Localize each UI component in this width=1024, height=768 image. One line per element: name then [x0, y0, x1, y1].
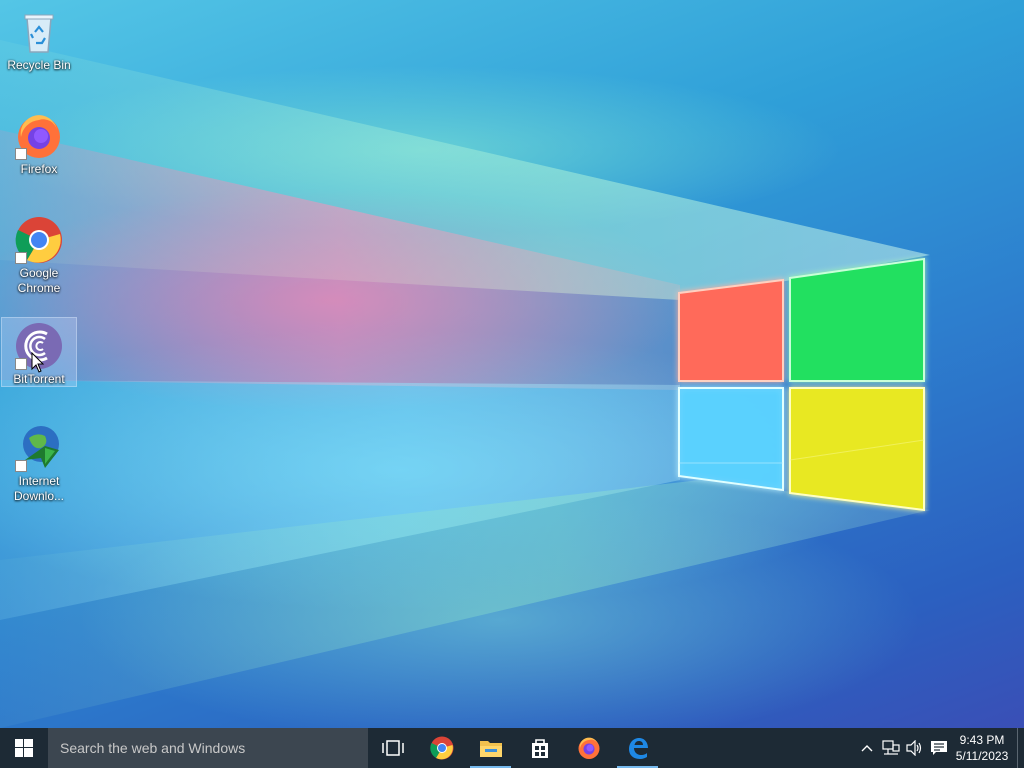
taskbar-store[interactable] [515, 728, 564, 768]
edge-icon [628, 738, 648, 759]
taskbar-edge[interactable] [613, 728, 662, 768]
internet-download-manager-icon[interactable]: Internet Downlo... [2, 420, 76, 504]
chrome-icon [429, 736, 453, 760]
taskbar-firefox[interactable] [564, 728, 613, 768]
store-bag-icon [531, 739, 548, 758]
taskbar: Search the web and Windows 9:43 PM 5/11/… [0, 728, 1024, 768]
icon-label-firefox: Firefox [20, 162, 58, 176]
firefox-icon [578, 737, 599, 759]
icon-label-chrome: Google Chrome [17, 266, 61, 295]
network-icon [882, 740, 900, 755]
clock-date: 5/11/2023 [955, 749, 1009, 763]
desktop[interactable]: Recycle Bin Firefox Google Chrome BitTor… [0, 0, 1024, 728]
clock[interactable]: 9:43 PM 5/11/2023 [951, 732, 1013, 764]
taskbar-chrome[interactable] [417, 728, 466, 768]
windows-start-icon [15, 739, 33, 757]
show-desktop-button[interactable] [1017, 728, 1024, 768]
task-view-icon [381, 740, 404, 756]
start-button[interactable] [0, 728, 48, 768]
icon-label-idm: Internet Downlo... [13, 474, 65, 503]
shortcut-arrow-icon [15, 460, 27, 472]
taskbar-file-explorer[interactable] [466, 728, 515, 768]
speaker-icon [906, 740, 922, 756]
shortcut-arrow-icon [15, 358, 27, 370]
chevron-up-icon [861, 745, 873, 752]
show-hidden-icons-button[interactable] [855, 728, 879, 768]
recycle-bin-glyph [15, 8, 63, 56]
firefox-icon[interactable]: Firefox [2, 108, 76, 177]
recycle-bin-icon[interactable]: Recycle Bin [2, 4, 76, 73]
task-view-button[interactable] [368, 728, 417, 768]
folder-icon [479, 741, 502, 757]
volume-button[interactable] [903, 728, 927, 768]
chrome-glyph [15, 216, 63, 264]
icon-label-bittorrent: BitTorrent [13, 372, 65, 386]
clock-time: 9:43 PM [959, 733, 1005, 747]
search-input[interactable]: Search the web and Windows [48, 728, 368, 768]
windows-logo-wallpaper [678, 257, 925, 512]
shortcut-arrow-icon [15, 252, 27, 264]
system-tray: 9:43 PM 5/11/2023 [855, 728, 1024, 768]
google-chrome-icon[interactable]: Google Chrome [2, 212, 76, 296]
mouse-cursor-icon [31, 352, 45, 373]
icon-label-recycle-bin: Recycle Bin [7, 58, 71, 72]
action-center-button[interactable] [927, 728, 951, 768]
search-placeholder: Search the web and Windows [60, 740, 246, 756]
shortcut-arrow-icon [15, 148, 27, 160]
notification-icon [931, 741, 947, 755]
firefox-glyph [15, 112, 63, 160]
idm-glyph [15, 424, 63, 472]
network-button[interactable] [879, 728, 903, 768]
